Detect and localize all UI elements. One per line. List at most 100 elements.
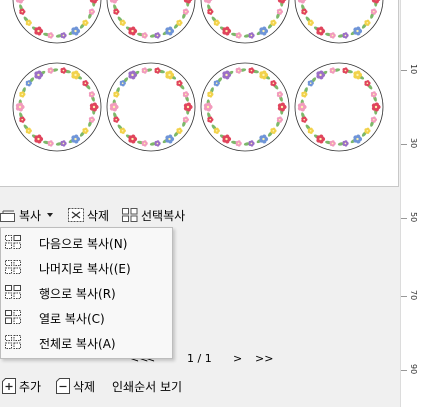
flower-center xyxy=(215,21,218,24)
flower-center xyxy=(356,29,359,33)
flower-center xyxy=(37,29,40,33)
flower-center xyxy=(206,105,210,109)
flower-center xyxy=(250,142,253,145)
flower-center xyxy=(115,10,118,13)
remove-page-icon xyxy=(56,378,70,394)
flower-center xyxy=(178,21,181,24)
flower-center xyxy=(121,82,124,85)
flower-center xyxy=(303,93,306,96)
menu-item-copy-rest[interactable]: 나머지로 복사((E) xyxy=(1,255,172,279)
flower-center xyxy=(49,69,52,72)
copy-all-icon xyxy=(5,335,21,349)
delete-button[interactable]: 삭제 xyxy=(68,204,109,226)
add-label-button[interactable]: 추가 xyxy=(2,374,41,398)
flower-center xyxy=(92,105,96,109)
flower-center xyxy=(184,10,187,13)
copy-next-icon xyxy=(5,235,21,249)
ruler-tick: 70 xyxy=(409,290,418,301)
flower-center xyxy=(156,34,159,37)
flower-center xyxy=(225,73,228,77)
menu-item-copy-next[interactable]: 다음으로 복사(N) xyxy=(1,230,172,254)
flower-center xyxy=(331,142,334,145)
menu-item-copy-row[interactable]: 행으로 복사(R) xyxy=(1,280,172,304)
flower-center xyxy=(262,29,265,33)
flower-center xyxy=(131,73,134,77)
flower-center xyxy=(280,105,284,109)
select-copy-button[interactable]: 선택복사 xyxy=(122,204,185,226)
floral-wreath-label[interactable] xyxy=(106,0,196,44)
label-sheet-canvas[interactable] xyxy=(0,0,399,187)
flower-center xyxy=(319,29,322,33)
copy-rest-icon xyxy=(5,260,21,274)
ruler-mark xyxy=(401,296,407,297)
copy-dropdown-menu: 다음으로 복사(N) 나머지로 복사((E) 행으로 복사(R) 열로 복사(C… xyxy=(0,227,173,359)
flower-center xyxy=(366,129,369,132)
next-page-button[interactable]: > xyxy=(233,352,242,365)
flower-center xyxy=(209,10,212,13)
menu-item-label: 행으로 복사(R) xyxy=(39,287,116,301)
flower-center xyxy=(262,137,265,141)
flower-center xyxy=(300,105,304,109)
flower-center xyxy=(356,73,359,77)
flower-center xyxy=(272,82,275,85)
floral-wreath-label[interactable] xyxy=(294,62,384,152)
flower-center xyxy=(121,21,124,24)
floral-wreath-label[interactable] xyxy=(294,0,384,44)
flower-center xyxy=(215,129,218,132)
grid-copy-icon xyxy=(122,208,138,222)
page-indicator: 1 / 1 xyxy=(187,352,212,365)
flower-center xyxy=(366,21,369,24)
select-copy-button-label: 선택복사 xyxy=(141,208,186,223)
flower-center xyxy=(37,73,40,77)
copy-column-icon xyxy=(5,310,21,324)
floral-wreath-label[interactable] xyxy=(12,0,102,44)
flower-center xyxy=(356,137,359,141)
print-order-label: 인쇄순서 보기 xyxy=(112,379,183,394)
flower-center xyxy=(112,105,116,109)
delete-label-icon xyxy=(68,208,84,222)
ruler-tick: 30 xyxy=(409,138,418,149)
flower-center xyxy=(278,93,281,96)
flower-center xyxy=(237,142,240,145)
flower-center xyxy=(209,118,212,121)
flower-center xyxy=(225,137,228,141)
flower-center xyxy=(344,34,347,37)
flower-center xyxy=(262,73,265,77)
menu-item-label: 전체로 복사(A) xyxy=(39,337,116,351)
flower-center xyxy=(27,129,30,132)
flower-center xyxy=(121,129,124,132)
flower-center xyxy=(84,21,87,24)
menu-item-copy-column[interactable]: 열로 복사(C) xyxy=(1,305,172,329)
ruler-tick: 10 xyxy=(409,64,418,75)
floral-wreath-label[interactable] xyxy=(106,62,196,152)
copy-row-icon xyxy=(5,285,21,299)
print-order-view-button[interactable]: 인쇄순서 보기 xyxy=(112,374,182,398)
copy-button-label: 복사 xyxy=(19,208,42,223)
flower-center xyxy=(186,105,190,109)
flower-center xyxy=(74,29,77,33)
flower-center xyxy=(303,10,306,13)
label-list-bar: 추가 삭제 인쇄순서 보기 xyxy=(0,374,398,398)
floral-wreath-label[interactable] xyxy=(200,0,290,44)
flower-center xyxy=(156,142,159,145)
flower-center xyxy=(215,82,218,85)
flower-center xyxy=(272,21,275,24)
label-outline xyxy=(200,62,290,152)
flower-center xyxy=(366,82,369,85)
ruler-mark xyxy=(401,218,407,219)
last-page-button[interactable]: >> xyxy=(255,352,273,365)
delete-button-label: 삭제 xyxy=(87,208,110,223)
copy-dropdown-button[interactable]: 복사 xyxy=(0,204,54,226)
delete-label: 삭제 xyxy=(73,379,96,394)
delete-label-button[interactable]: 삭제 xyxy=(56,374,95,398)
flower-center xyxy=(90,93,93,96)
floral-wreath-label[interactable] xyxy=(12,62,102,152)
flower-center xyxy=(84,129,87,132)
label-outline xyxy=(294,62,384,152)
floral-wreath-label[interactable] xyxy=(200,62,290,152)
menu-item-copy-all[interactable]: 전체로 복사(A) xyxy=(1,330,172,354)
flower-center xyxy=(115,93,118,96)
flower-center xyxy=(272,129,275,132)
flower-center xyxy=(309,129,312,132)
flower-center xyxy=(372,93,375,96)
